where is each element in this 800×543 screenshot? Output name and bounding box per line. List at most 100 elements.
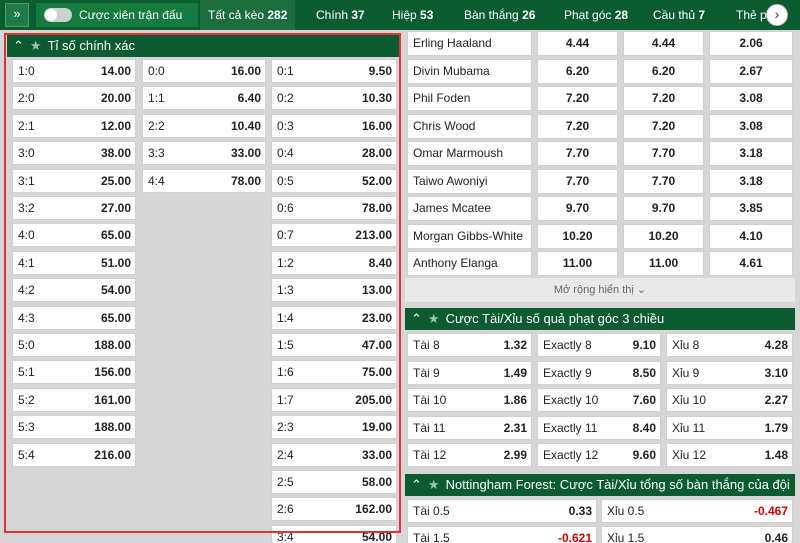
corners-odd-cell[interactable]: Exactly 10 7.60 xyxy=(537,388,661,412)
player-odd-last[interactable]: 7.70 xyxy=(623,168,704,194)
corners-odd: 9.60 xyxy=(632,448,656,462)
corners-label: Exactly 12 xyxy=(543,448,599,462)
player-name: Chris Wood xyxy=(407,113,532,139)
player-name: Taiwo Awoniyi xyxy=(407,168,532,194)
tab-2[interactable]: Hiệp 53 xyxy=(384,0,441,30)
tab-label: Phạt góc xyxy=(564,8,612,22)
corners-odd-cell[interactable]: Xỉu 10 2.27 xyxy=(666,388,793,412)
player-odd-anytime[interactable]: 3.85 xyxy=(709,196,793,221)
player-odd-first[interactable]: 7.70 xyxy=(537,141,618,166)
tab-label: Thẻ p xyxy=(736,8,767,22)
tab-label: Chính xyxy=(316,8,349,22)
player-name: Anthony Elanga xyxy=(407,251,532,276)
corners-odd-cell[interactable]: Exactly 8 9.10 xyxy=(537,333,661,357)
team-goals-header[interactable]: ⌃ ★ Nottingham Forest: Cược Tài/Xỉu tổng s… xyxy=(405,474,795,496)
corners-odd-cell[interactable]: Xỉu 11 1.79 xyxy=(666,415,793,440)
team-goals-label: Tài 1.5 xyxy=(413,531,450,543)
player-odd-last[interactable]: 4.44 xyxy=(623,31,704,56)
tab-0[interactable]: Tất cả kèo 282 xyxy=(200,0,296,30)
team-goals-odd-cell[interactable]: Tài 1.5 -0.621 xyxy=(407,526,597,543)
corners-odd-cell[interactable]: Tài 8 1.32 xyxy=(407,333,532,357)
team-goals-label: Xỉu 0.5 xyxy=(607,504,645,518)
corners-odd-cell[interactable]: Xỉu 12 1.48 xyxy=(666,443,793,467)
expand-display-button[interactable]: Mở rộng hiển thị ⌄ xyxy=(405,278,795,302)
parlay-toggle-label: Cược xiên trận đấu xyxy=(79,8,183,22)
corners-odd: 1.86 xyxy=(503,393,527,407)
corners-label: Xỉu 8 xyxy=(672,338,700,352)
team-goals-odd-cell[interactable]: Tài 0.5 0.33 xyxy=(407,499,597,523)
tab-5[interactable]: Cầu thủ 7 xyxy=(645,0,713,30)
corners-label: Exactly 10 xyxy=(543,393,599,407)
corners-label: Exactly 11 xyxy=(543,420,598,435)
chevron-up-icon: ⌃ xyxy=(411,311,422,326)
player-odd-first[interactable]: 10.20 xyxy=(537,223,618,249)
team-goals-odd: -0.467 xyxy=(753,504,788,518)
player-odd-anytime[interactable]: 2.06 xyxy=(709,31,793,56)
corners-label: Xỉu 12 xyxy=(672,448,707,462)
player-odd-first[interactable]: 6.20 xyxy=(537,58,618,84)
corners-odd: 3.10 xyxy=(764,365,788,380)
player-odd-anytime[interactable]: 3.18 xyxy=(709,168,793,194)
toggle-knob xyxy=(45,9,57,21)
tab-count: 282 xyxy=(267,8,288,22)
player-odd-last[interactable]: 7.20 xyxy=(623,113,704,139)
corners-label: Exactly 9 xyxy=(543,365,592,380)
tab-1[interactable]: Chính 37 xyxy=(308,0,373,30)
corners-label: Tài 11 xyxy=(413,420,446,435)
corners-odd-cell[interactable]: Exactly 12 9.60 xyxy=(537,443,661,467)
scroll-tabs-right-button[interactable]: › xyxy=(766,4,788,26)
player-odd-anytime[interactable]: 4.61 xyxy=(709,251,793,276)
player-odd-last[interactable]: 10.20 xyxy=(623,223,704,249)
corners-odd-cell[interactable]: Tài 10 1.86 xyxy=(407,388,532,412)
corners-label: Xỉu 11 xyxy=(672,420,706,435)
corners-odd-cell[interactable]: Tài 11 2.31 xyxy=(407,415,532,440)
team-goals-odd: 0.46 xyxy=(764,531,788,543)
player-odd-anytime[interactable]: 3.08 xyxy=(709,86,793,111)
player-odd-first[interactable]: 9.70 xyxy=(537,196,618,221)
corners-label: Exactly 8 xyxy=(543,338,592,352)
player-odd-anytime[interactable]: 3.08 xyxy=(709,113,793,139)
corners-odd-cell[interactable]: Xỉu 9 3.10 xyxy=(666,360,793,385)
expand-label: Mở rộng hiển thị xyxy=(553,284,634,296)
team-goals-label: Xỉu 1.5 xyxy=(607,531,645,543)
player-name: James Mcatee xyxy=(407,196,532,221)
corners-odd: 1.48 xyxy=(764,448,788,462)
player-odd-last[interactable]: 7.70 xyxy=(623,141,704,166)
tab-3[interactable]: Bàn thắng 26 xyxy=(456,0,543,30)
corners-odd-cell[interactable]: Exactly 11 8.40 xyxy=(537,415,661,440)
corners-odd-cell[interactable]: Tài 9 1.49 xyxy=(407,360,532,385)
player-odd-last[interactable]: 6.20 xyxy=(623,58,704,84)
player-odd-last[interactable]: 9.70 xyxy=(623,196,704,221)
favorite-star-icon[interactable]: ★ xyxy=(428,477,440,492)
corners-ou-header[interactable]: ⌃ ★ Cược Tài/Xỉu số quả phạt góc 3 chiều xyxy=(405,308,795,330)
team-goals-odd: -0.621 xyxy=(557,531,592,543)
corners-odd-cell[interactable]: Exactly 9 8.50 xyxy=(537,360,661,385)
corners-odd-cell[interactable]: Xỉu 8 4.28 xyxy=(666,333,793,357)
corners-odd-cell[interactable]: Tài 12 2.99 xyxy=(407,443,532,467)
team-goals-odd-cell[interactable]: Xỉu 1.5 0.46 xyxy=(601,526,793,543)
corners-label: Tài 9 xyxy=(413,365,440,380)
player-odd-anytime[interactable]: 3.18 xyxy=(709,141,793,166)
player-odd-last[interactable]: 11.00 xyxy=(623,251,704,276)
player-odd-first[interactable]: 7.20 xyxy=(537,113,618,139)
tab-label: Hiệp xyxy=(392,8,417,22)
corners-odd: 9.10 xyxy=(632,338,656,352)
player-odd-first[interactable]: 7.70 xyxy=(537,168,618,194)
player-odd-first[interactable]: 11.00 xyxy=(537,251,618,276)
team-goals-odd-cell[interactable]: Xỉu 0.5 -0.467 xyxy=(601,499,793,523)
player-odd-anytime[interactable]: 2.67 xyxy=(709,58,793,84)
player-name: Divin Mubama xyxy=(407,58,532,84)
parlay-toggle-container[interactable]: Cược xiên trận đấu xyxy=(36,3,198,27)
player-odd-first[interactable]: 7.20 xyxy=(537,86,618,111)
corners-odd: 2.27 xyxy=(764,393,788,407)
player-odd-last[interactable]: 7.20 xyxy=(623,86,704,111)
chevron-up-icon: ⌃ xyxy=(411,477,422,492)
player-name: Morgan Gibbs-White xyxy=(407,223,532,249)
player-odd-anytime[interactable]: 4.10 xyxy=(709,223,793,249)
parlay-toggle-switch[interactable] xyxy=(44,8,72,22)
player-odd-first[interactable]: 4.44 xyxy=(537,31,618,56)
collapse-all-button[interactable]: » xyxy=(5,3,29,27)
tab-4[interactable]: Phạt góc 28 xyxy=(556,0,636,30)
favorite-star-icon[interactable]: ★ xyxy=(428,311,440,326)
corners-odd: 2.31 xyxy=(503,420,527,435)
